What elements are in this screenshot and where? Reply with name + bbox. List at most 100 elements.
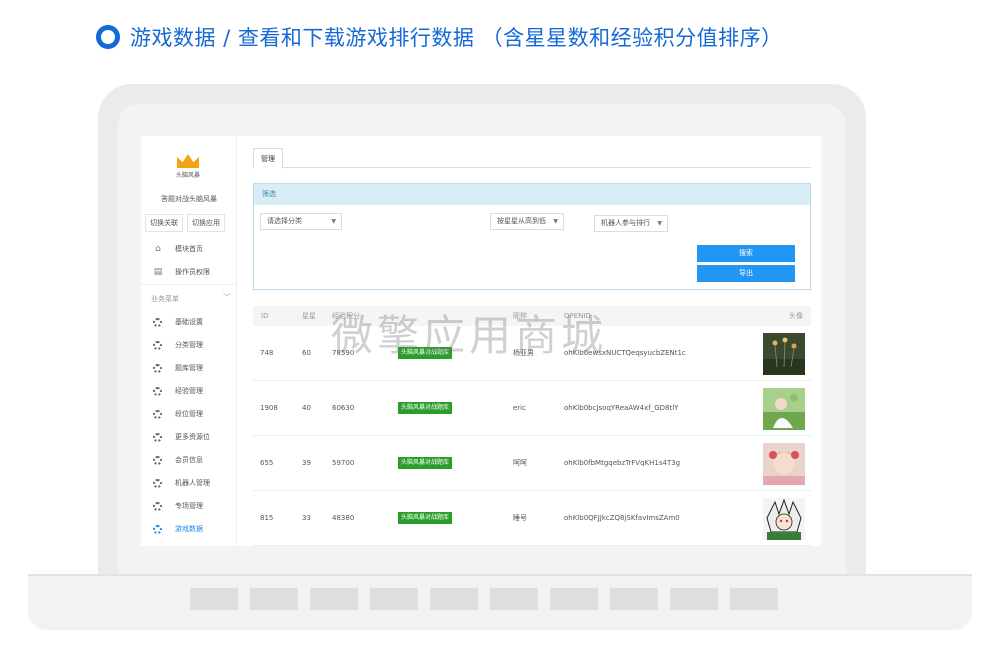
- gear-icon: [153, 409, 162, 419]
- sidebar-item-label: 段位管理: [175, 410, 203, 418]
- keyboard-keys: [190, 588, 778, 610]
- app-name: 答题对战头脑风暴: [161, 195, 217, 203]
- headline: 游戏数据 / 查看和下载游戏排行数据 （含星星数和经验积分值排序）: [96, 22, 783, 52]
- cell-nickname: eric: [513, 404, 526, 412]
- avatar: [763, 498, 805, 540]
- cell-stars: 40: [302, 404, 311, 412]
- sidebar-item-label: 经验管理: [175, 387, 203, 395]
- sidebar-item-label: 专场管理: [175, 502, 203, 510]
- crown-icon: [177, 154, 199, 168]
- sidebar-item-experience[interactable]: 经验管理: [141, 381, 237, 401]
- sidebar-item-members[interactable]: 会员信息: [141, 450, 237, 470]
- sidebar-item-game-data[interactable]: 游戏数据: [141, 519, 237, 539]
- sidebar-item-category[interactable]: 分类管理: [141, 335, 237, 355]
- sidebar-item-label: 会员信息: [175, 456, 203, 464]
- keyboard-key: [490, 588, 538, 610]
- switch-link-button[interactable]: 切换关联: [145, 214, 183, 232]
- table-header: ID 星星 经验积分 昵称 OPENID 头像: [253, 306, 811, 326]
- switch-row: 切换关联 切换应用: [145, 214, 225, 232]
- chevron-down-icon: ▼: [331, 218, 336, 225]
- category-select-value: 请选择分类: [267, 217, 302, 225]
- sidebar-item-special[interactable]: 专场管理: [141, 496, 237, 516]
- sidebar-item-rank[interactable]: 段位管理: [141, 404, 237, 424]
- robot-select-value: 机器人参与排行: [601, 219, 650, 227]
- filter-panel: 筛选 请选择分类 ▼ 按星星从高到低 ▼ 机器人参与排行 ▼ 搜索 导出: [253, 183, 811, 290]
- column-header-nickname: 昵称: [513, 312, 527, 320]
- tab-bar: 管理: [253, 148, 811, 169]
- main-content: 管理 筛选 请选择分类 ▼ 按星星从高到低 ▼ 机器人参与排行 ▼ 搜索 导出 …: [253, 136, 813, 546]
- menu-group-label: 业务菜单: [151, 295, 179, 303]
- gear-icon: [153, 455, 162, 465]
- sort-select[interactable]: 按星星从高到低 ▼: [490, 213, 564, 230]
- cell-openid: ohKlb0QFJJkcZQ8jSKfavImsZAm0: [564, 514, 680, 522]
- keyboard-key: [370, 588, 418, 610]
- column-header-id: ID: [261, 312, 269, 320]
- category-tag: 头脑风暴对战题库: [398, 402, 453, 414]
- cell-exp: 59700: [332, 459, 355, 467]
- chevron-down-icon: ▼: [657, 220, 662, 227]
- cell-stars: 33: [302, 514, 311, 522]
- table-row[interactable]: 655 39 59700 头脑风暴对战题库 呵呵 ohKlb0fbMtgqebz…: [253, 436, 811, 491]
- headline-text: 游戏数据 / 查看和下载游戏排行数据 （含星星数和经验积分值排序）: [130, 26, 783, 50]
- sidebar-item-operator-permissions[interactable]: ▤ 操作员权限: [141, 262, 237, 282]
- cell-nickname: 杨亚男: [513, 349, 534, 357]
- cell-stars: 39: [302, 459, 311, 467]
- keyboard-key: [610, 588, 658, 610]
- avatar: [763, 388, 805, 430]
- gear-icon: [153, 363, 162, 373]
- filter-title: 筛选: [254, 184, 810, 205]
- gear-icon: [153, 524, 162, 534]
- cell-nickname: 睡号: [513, 514, 527, 522]
- export-button[interactable]: 导出: [697, 265, 795, 282]
- sidebar-item-more-resources[interactable]: 更多资源位: [141, 427, 237, 447]
- cell-nickname: 呵呵: [513, 459, 527, 467]
- gear-icon: [153, 386, 162, 396]
- sidebar-item-label: 机器人管理: [175, 479, 210, 487]
- keyboard-key: [730, 588, 778, 610]
- column-header-exp: 经验积分: [332, 312, 360, 320]
- table-row[interactable]: 1908 40 60630 头脑风暴对战题库 eric ohKlb0bcJsoq…: [253, 381, 811, 436]
- keyboard-key: [250, 588, 298, 610]
- sidebar-item-module-home[interactable]: ⌂ 模块首页: [141, 239, 237, 259]
- cell-id: 748: [260, 349, 274, 357]
- robot-select[interactable]: 机器人参与排行 ▼: [594, 215, 668, 232]
- search-button[interactable]: 搜索: [697, 245, 795, 262]
- sidebar-item-label: 题库管理: [175, 364, 203, 372]
- sidebar-item-basic-settings[interactable]: 基础设置: [141, 312, 237, 332]
- sidebar-item-label: 分类管理: [175, 341, 203, 349]
- keyboard-key: [190, 588, 238, 610]
- sidebar: 头脑风暴 答题对战头脑风暴 切换关联 切换应用 ⌂ 模块首页 ▤ 操作员权限 业…: [141, 136, 237, 546]
- sidebar-item-label: 游戏数据: [175, 525, 203, 533]
- table-row[interactable]: 748 60 78590 头脑风暴对战题库 杨亚男 ohKlb0ewsxNUCT…: [253, 326, 811, 381]
- tab-manage[interactable]: 管理: [253, 148, 283, 169]
- switch-app-button[interactable]: 切换应用: [187, 214, 225, 232]
- app-logo: 头脑风暴: [175, 154, 201, 180]
- gear-icon: [153, 501, 162, 511]
- gear-icon: [153, 340, 162, 350]
- column-header-stars: 星星: [302, 312, 316, 320]
- cell-exp: 48380: [332, 514, 355, 522]
- gear-icon: [153, 478, 162, 488]
- chevron-down-icon[interactable]: ﹀: [223, 292, 231, 303]
- category-select[interactable]: 请选择分类 ▼: [260, 213, 342, 230]
- table-row[interactable]: 815 33 48380 头脑风暴对战题库 睡号 ohKlb0QFJJkcZQ8…: [253, 491, 811, 546]
- cell-stars: 60: [302, 349, 311, 357]
- app-screen: 头脑风暴 答题对战头脑风暴 切换关联 切换应用 ⌂ 模块首页 ▤ 操作员权限 业…: [141, 136, 821, 546]
- cell-id: 815: [260, 514, 274, 522]
- keyboard-key: [550, 588, 598, 610]
- divider: [141, 284, 237, 285]
- sidebar-item-question-bank[interactable]: 题库管理: [141, 358, 237, 378]
- gear-icon: [153, 317, 162, 327]
- cell-openid: ohKlb0fbMtgqebzTrFVqKH1s4T3g: [564, 459, 681, 467]
- chevron-down-icon: ▼: [553, 218, 558, 225]
- category-tag: 头脑风暴对战题库: [398, 457, 453, 469]
- cell-exp: 60630: [332, 404, 355, 412]
- document-icon: ▤: [153, 267, 163, 277]
- gear-icon: [153, 432, 162, 442]
- sidebar-item-label: 操作员权限: [175, 268, 210, 276]
- cell-openid: ohKlb0ewsxNUCTQeqsyucbZENt1c: [564, 349, 686, 357]
- logo-text: 头脑风暴: [175, 172, 200, 179]
- keyboard-key: [430, 588, 478, 610]
- sidebar-item-robots[interactable]: 机器人管理: [141, 473, 237, 493]
- keyboard-key: [670, 588, 718, 610]
